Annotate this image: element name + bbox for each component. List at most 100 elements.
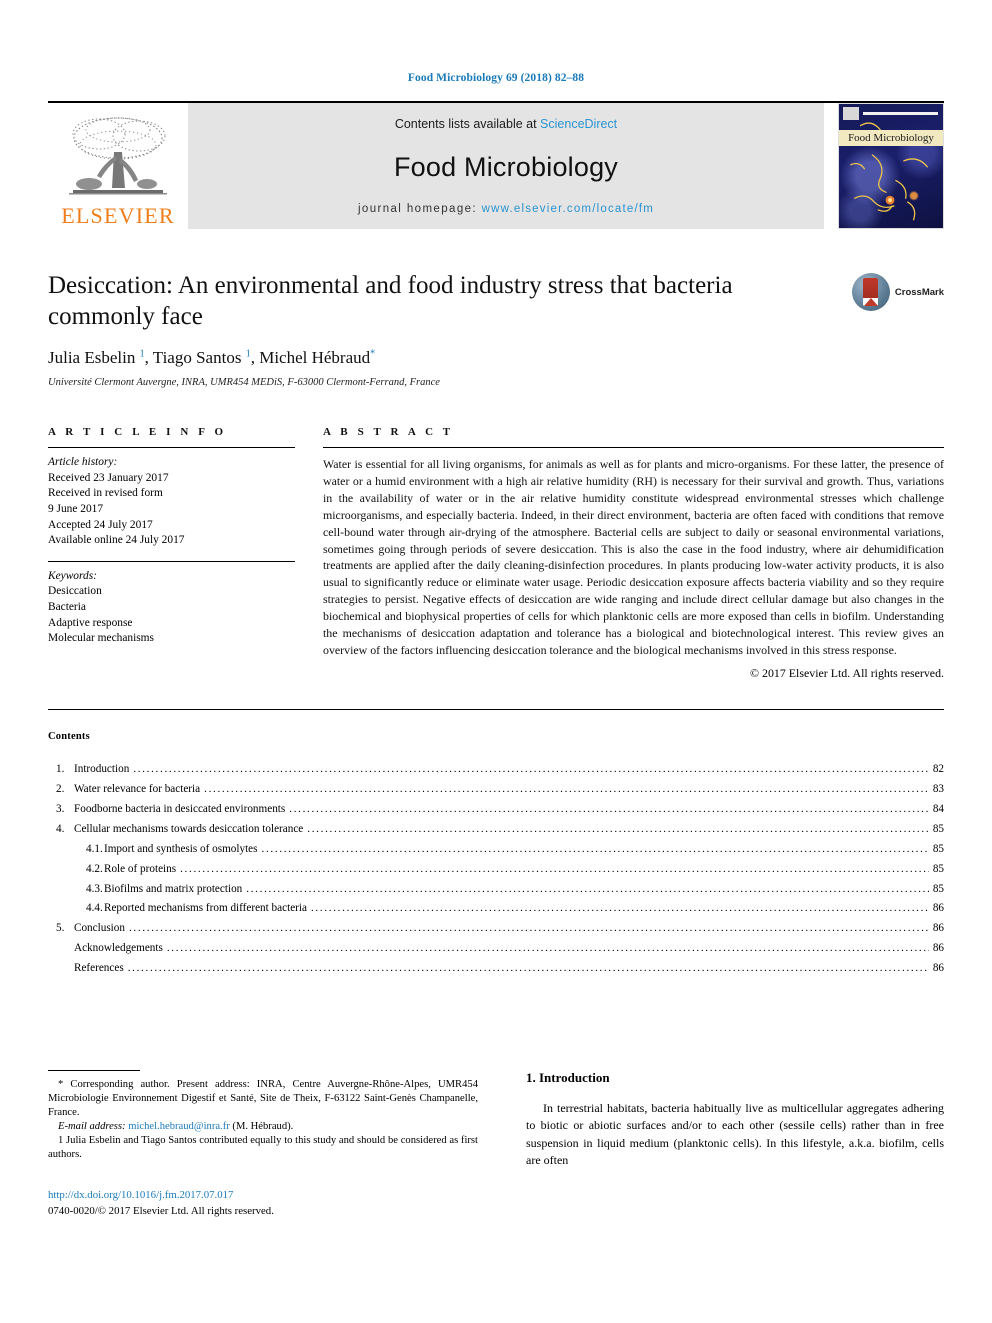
contents-rule	[48, 708, 944, 710]
abstract-column: A B S T R A C T Water is essential for a…	[323, 426, 944, 681]
introduction-column: 1. Introduction In terrestrial habitats,…	[526, 1070, 944, 1220]
toc-label: Acknowledgements	[74, 942, 163, 955]
keyword-item: Desiccation	[48, 585, 102, 598]
footnote-email-link[interactable]: michel.hebraud@inra.fr	[128, 1121, 230, 1132]
toc-row[interactable]: 1. Introduction..........................…	[48, 760, 944, 780]
keyword-item: Molecular mechanisms	[48, 632, 154, 645]
toc-page-number: 83	[932, 782, 944, 795]
sciencedirect-link[interactable]: ScienceDirect	[540, 117, 617, 131]
journal-homepage-label: journal homepage:	[357, 203, 482, 215]
cover-filament-pattern	[850, 122, 928, 221]
toc-page-number: 84	[932, 802, 944, 815]
article-info-heading: A R T I C L E I N F O	[48, 426, 227, 438]
cover-publisher-chip	[843, 107, 859, 120]
abstract-heading: A B S T R A C T	[323, 426, 454, 438]
footnote-equal-contribution: 1 Julia Esbelin and Tiago Santos contrib…	[48, 1135, 478, 1161]
contents-lists-line: Contents lists available at ScienceDirec…	[395, 117, 617, 131]
contents-heading: Contents	[48, 730, 90, 742]
elsevier-tree-icon	[69, 117, 167, 195]
toc-row[interactable]: 2. Water relevance for bacteria..........…	[48, 780, 944, 800]
footnote-block: * Corresponding author. Present address:…	[48, 1078, 478, 1162]
doi-link[interactable]: http://dx.doi.org/10.1016/j.fm.2017.07.0…	[48, 1188, 478, 1204]
toc-row[interactable]: 4.2. Role of proteins....................…	[48, 860, 944, 880]
elsevier-logo: ELSEVIER	[48, 103, 188, 229]
toc-leader-dots: ........................................…	[204, 782, 929, 795]
toc-label: Role of proteins	[104, 862, 177, 875]
toc-number: 4.4.	[86, 902, 103, 915]
history-item: Available online 24 July 2017	[48, 534, 185, 547]
toc-leader-dots: ........................................…	[127, 962, 929, 975]
toc-label: Water relevance for bacteria	[74, 782, 201, 795]
toc-leader-dots: ........................................…	[133, 762, 929, 775]
toc-page-number: 85	[932, 882, 944, 895]
toc-page-number: 86	[932, 942, 944, 955]
toc-label: Import and synthesis of osmolytes	[104, 842, 258, 855]
journal-homepage-link[interactable]: www.elsevier.com/locate/fm	[482, 203, 654, 215]
toc-row[interactable]: References..............................…	[48, 959, 944, 979]
article-history: Article history: Received 23 January 201…	[48, 448, 295, 549]
toc-page-number: 82	[932, 762, 944, 775]
toc-row[interactable]: 5. Conclusion............................…	[48, 919, 944, 939]
introduction-heading: 1. Introduction	[526, 1070, 610, 1085]
toc-number: 4.3.	[86, 882, 103, 895]
bottom-columns: * Corresponding author. Present address:…	[48, 1070, 944, 1220]
toc-row[interactable]: Acknowledgements........................…	[48, 939, 944, 959]
toc-label: Conclusion	[74, 922, 125, 935]
toc-row[interactable]: 4.4. Reported mechanisms from different b…	[48, 899, 944, 919]
abstract-copyright: © 2017 Elsevier Ltd. All rights reserved…	[750, 665, 944, 680]
toc-row[interactable]: 4. Cellular mechanisms towards desiccatio…	[48, 820, 944, 840]
toc-leader-dots: ........................................…	[310, 902, 929, 915]
toc-leader-dots: ........................................…	[246, 882, 929, 895]
toc-leader-dots: ........................................…	[128, 922, 929, 935]
journal-title: Food Microbiology	[393, 151, 618, 182]
author-list: Julia Esbelin 1, Tiago Santos 1, Michel …	[48, 348, 376, 367]
toc-row[interactable]: 3. Foodborne bacteria in desiccated envir…	[48, 800, 944, 820]
toc-number: 4.	[56, 822, 65, 835]
toc-page-number: 85	[932, 862, 944, 875]
paper-page: Food Microbiology 69 (2018) 82–88 ELSEVI…	[0, 0, 992, 1323]
history-item: Received in revised form	[48, 487, 163, 500]
history-item: Received 23 January 2017	[48, 471, 169, 484]
toc-row[interactable]: 4.1. Import and synthesis of osmolytes...…	[48, 840, 944, 860]
contents-lists-prefix: Contents lists available at	[394, 117, 541, 131]
introduction-paragraph: In terrestrial habitats, bacteria habitu…	[526, 1101, 944, 1167]
journal-homepage-line: journal homepage: www.elsevier.com/locat…	[358, 203, 654, 215]
article-info-column: A R T I C L E I N F O Article history: R…	[48, 426, 295, 681]
toc-label: Cellular mechanisms towards desiccation …	[74, 822, 304, 835]
toc-leader-dots: ........................................…	[261, 842, 929, 855]
history-item: 9 June 2017	[48, 502, 104, 515]
toc-number: 1.	[56, 762, 65, 775]
toc-page-number: 86	[932, 922, 944, 935]
toc-number: 4.2.	[86, 862, 103, 875]
toc-label: Foodborne bacteria in desiccated environ…	[74, 802, 286, 815]
crossmark-badge[interactable]: CrossMark	[851, 273, 944, 311]
toc-label: References	[74, 962, 124, 975]
issn-copyright: 0740-0020/© 2017 Elsevier Ltd. All right…	[48, 1205, 274, 1218]
toc-leader-dots: ........................................…	[166, 942, 929, 955]
keywords-title: Keywords:	[48, 569, 97, 582]
article-history-title: Article history:	[48, 456, 118, 468]
title-block: CrossMark Desiccation: An environmental …	[48, 271, 944, 388]
history-item: Accepted 24 July 2017	[48, 518, 153, 531]
crossmark-icon	[851, 273, 890, 311]
affiliation: Université Clermont Auvergne, INRA, UMR4…	[48, 377, 440, 388]
toc-row[interactable]: 4.3. Biofilms and matrix protection......…	[48, 880, 944, 900]
toc-leader-dots: ........................................…	[289, 802, 929, 815]
toc-label: Biofilms and matrix protection	[104, 882, 243, 895]
toc-page-number: 86	[932, 902, 944, 915]
toc-number: 4.1.	[86, 842, 103, 855]
crossmark-label: CrossMark	[894, 286, 944, 298]
toc-leader-dots: ........................................…	[307, 822, 929, 835]
toc-leader-dots: ........................................…	[180, 862, 929, 875]
toc-label: Reported mechanisms from different bacte…	[104, 902, 307, 915]
cover-top-bar	[843, 107, 938, 120]
keyword-item: Bacteria	[48, 601, 86, 613]
cover-title: Food Microbiology	[839, 130, 943, 146]
toc-number: 2.	[56, 782, 65, 795]
footnote-corresponding-author: * Corresponding author. Present address:…	[48, 1079, 478, 1119]
info-abstract-section: A R T I C L E I N F O Article history: R…	[48, 426, 944, 681]
doi-block: http://dx.doi.org/10.1016/j.fm.2017.07.0…	[48, 1188, 478, 1219]
footnotes-column: * Corresponding author. Present address:…	[48, 1070, 478, 1220]
abstract-text: Water is essential for all living organi…	[323, 457, 944, 657]
keywords-group: Keywords: Desiccation Bacteria Adaptive …	[48, 562, 295, 647]
